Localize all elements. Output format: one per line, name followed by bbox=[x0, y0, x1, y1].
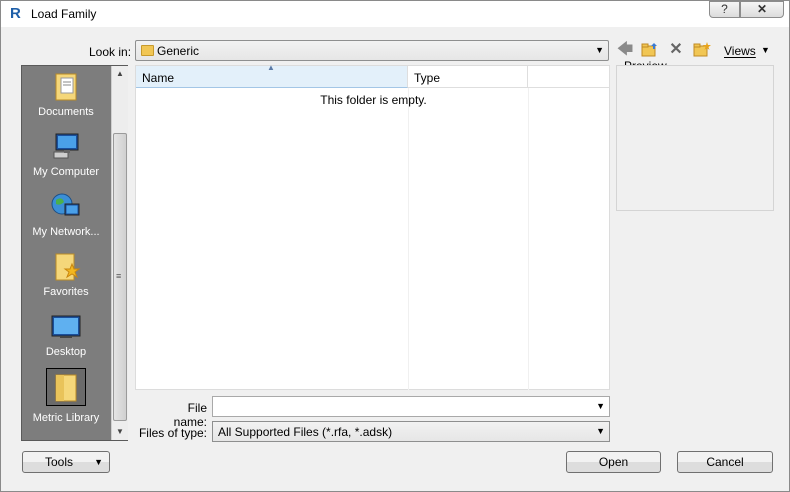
place-label: Desktop bbox=[45, 346, 87, 358]
up-folder-icon[interactable] bbox=[641, 41, 659, 59]
place-desktop[interactable]: Desktop bbox=[22, 310, 110, 358]
chevron-down-icon[interactable]: ▼ bbox=[761, 45, 770, 55]
load-family-dialog: R Load Family ? ✕ Look in: Generic ▼ 🡄 ✕… bbox=[0, 0, 790, 492]
file-name-input[interactable]: ▼ bbox=[212, 396, 610, 417]
files-of-type-dropdown[interactable]: All Supported Files (*.rfa, *.adsk) ▼ bbox=[212, 421, 610, 442]
desktop-icon bbox=[50, 310, 82, 342]
column-label: Type bbox=[414, 71, 441, 85]
selected-highlight bbox=[46, 368, 86, 406]
files-of-type-value: All Supported Files (*.rfa, *.adsk) bbox=[218, 425, 393, 439]
open-button[interactable]: Open bbox=[566, 451, 661, 473]
tools-button[interactable]: Tools ▼ bbox=[22, 451, 110, 473]
chevron-down-icon[interactable]: ▼ bbox=[596, 401, 605, 411]
chevron-down-icon: ▼ bbox=[94, 457, 103, 467]
views-menu[interactable]: Views bbox=[724, 44, 756, 58]
place-my-computer[interactable]: My Computer bbox=[22, 130, 110, 178]
file-list[interactable]: ▲ Name Type This folder is empty. bbox=[135, 63, 610, 390]
tools-label: Tools bbox=[45, 455, 74, 469]
scroll-up-arrow-icon[interactable]: ▲ bbox=[112, 66, 128, 82]
places-bar: Documents My Computer My Network... Favo… bbox=[21, 65, 128, 441]
close-button[interactable]: ✕ bbox=[740, 1, 784, 18]
chevron-down-icon: ▼ bbox=[595, 45, 604, 55]
empty-folder-message: This folder is empty. bbox=[320, 93, 427, 107]
column-label: Name bbox=[142, 71, 175, 85]
chevron-down-icon: ▼ bbox=[596, 426, 605, 436]
file-name-label: File name: bbox=[173, 401, 207, 429]
favorites-folder-icon bbox=[50, 250, 82, 282]
network-globe-icon bbox=[50, 190, 82, 222]
place-documents[interactable]: Documents bbox=[22, 70, 110, 118]
place-label: Favorites bbox=[43, 286, 89, 298]
look-in-dropdown[interactable]: Generic ▼ bbox=[135, 40, 609, 61]
places-scrollbar[interactable]: ▲ ≡ ▼ bbox=[111, 66, 128, 440]
cancel-button[interactable]: Cancel bbox=[677, 451, 773, 473]
revit-app-icon: R bbox=[10, 5, 21, 22]
place-label: Metric Library bbox=[32, 412, 100, 424]
scroll-down-arrow-icon[interactable]: ▼ bbox=[112, 424, 128, 440]
delete-icon[interactable]: ✕ bbox=[667, 41, 685, 59]
column-divider bbox=[408, 88, 409, 390]
place-my-network[interactable]: My Network... bbox=[22, 190, 110, 238]
window-title: Load Family bbox=[31, 7, 97, 21]
place-favorites[interactable]: Favorites bbox=[22, 250, 110, 298]
back-arrow-icon[interactable]: 🡄 bbox=[616, 41, 634, 59]
preview-pane bbox=[616, 65, 774, 211]
title-bar: R Load Family ? ✕ bbox=[1, 1, 789, 27]
place-label: My Network... bbox=[32, 226, 100, 238]
place-label: My Computer bbox=[32, 166, 100, 178]
grip-icon: ≡ bbox=[116, 271, 122, 281]
column-header-type[interactable]: Type bbox=[408, 66, 528, 88]
place-label: Documents bbox=[38, 106, 94, 118]
documents-folder-icon bbox=[50, 70, 82, 102]
computer-icon bbox=[50, 130, 82, 162]
sort-ascending-icon: ▲ bbox=[267, 63, 275, 72]
folder-icon bbox=[141, 45, 154, 56]
place-metric-library[interactable]: Metric Library bbox=[22, 368, 110, 424]
look-in-label: Look in: bbox=[89, 45, 132, 59]
folder-icon bbox=[50, 371, 82, 403]
column-header-name[interactable]: ▲ Name bbox=[136, 63, 408, 88]
files-of-type-label: Files of type: bbox=[138, 426, 207, 440]
look-in-value: Generic bbox=[157, 44, 200, 58]
column-divider bbox=[528, 88, 529, 390]
new-folder-icon[interactable] bbox=[693, 41, 711, 59]
column-header-filler bbox=[528, 66, 610, 88]
help-button[interactable]: ? bbox=[709, 1, 740, 18]
